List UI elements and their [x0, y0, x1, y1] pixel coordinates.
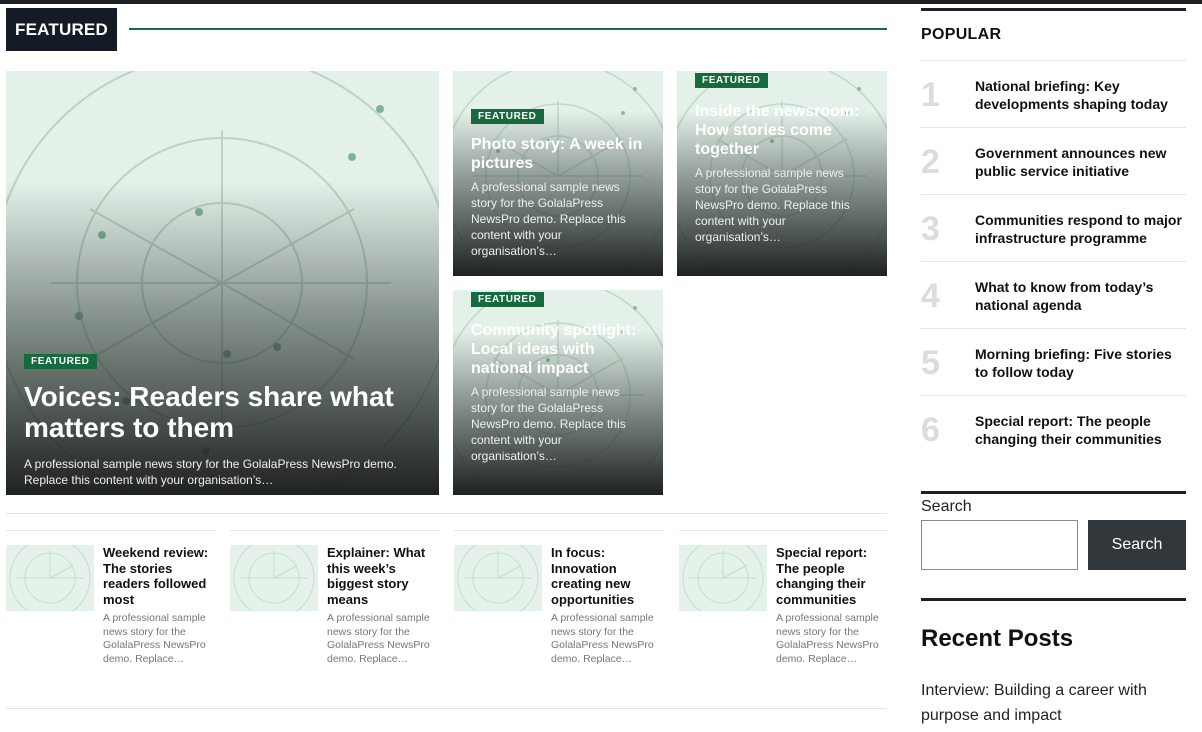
post-thumbnail[interactable] [6, 545, 94, 611]
row-divider-bottom [6, 708, 887, 709]
hero-card[interactable]: FEATURED Voices: Readers share what matt… [6, 71, 439, 495]
list-item[interactable]: In focus: Innovation creating new opport… [454, 530, 663, 680]
card-excerpt: A professional sample news story for the… [471, 180, 626, 258]
popular-rank: 4 [921, 277, 940, 315]
hero-title[interactable]: Voices: Readers share what matters to th… [24, 381, 425, 443]
hero-excerpt: A professional sample news story for the… [24, 457, 397, 487]
post-title[interactable]: Special report: The people changing thei… [776, 545, 888, 607]
section-divider [129, 28, 887, 30]
popular-link[interactable]: What to know from today’s national agend… [975, 278, 1187, 314]
search-top-border [921, 491, 1186, 494]
search-label: Search [921, 498, 972, 515]
popular-link[interactable]: Government announces new public service … [975, 144, 1187, 180]
popular-title: POPULAR [921, 26, 1002, 43]
post-title[interactable]: Explainer: What this week’s biggest stor… [327, 545, 439, 607]
post-thumbnail[interactable] [454, 545, 542, 611]
popular-rank: 5 [921, 344, 940, 382]
post-thumbnail[interactable] [679, 545, 767, 611]
post-excerpt: A professional sample news story for the… [327, 612, 430, 665]
popular-link[interactable]: Morning briefing: Five stories to follow… [975, 345, 1187, 381]
popular-item[interactable]: 1 National briefing: Key developments sh… [921, 60, 1186, 127]
row-divider-top [6, 513, 887, 514]
search-button[interactable]: Search [1088, 520, 1186, 570]
top-border [0, 0, 1202, 4]
card-excerpt: A professional sample news story for the… [695, 166, 850, 244]
popular-rank: 2 [921, 143, 940, 181]
search-input[interactable] [921, 520, 1078, 570]
card-excerpt: A professional sample news story for the… [471, 385, 626, 463]
featured-card[interactable]: FEATURED Photo story: A week in pictures… [453, 71, 663, 276]
post-excerpt: A professional sample news story for the… [551, 612, 654, 665]
list-item[interactable]: Weekend review: The stories readers foll… [6, 530, 215, 680]
post-excerpt: A professional sample news story for the… [776, 612, 879, 665]
popular-item[interactable]: 4 What to know from today’s national age… [921, 261, 1186, 328]
featured-card[interactable]: FEATURED Inside the newsroom: How storie… [677, 71, 887, 276]
post-title[interactable]: Weekend review: The stories readers foll… [103, 545, 215, 607]
post-title[interactable]: In focus: Innovation creating new opport… [551, 545, 663, 607]
card-title[interactable]: Photo story: A week in pictures [471, 135, 649, 173]
popular-rank: 1 [921, 76, 940, 114]
popular-link[interactable]: Special report: The people changing thei… [975, 412, 1187, 448]
card-title[interactable]: Community spotlight: Local ideas with na… [471, 321, 649, 378]
popular-rank: 3 [921, 210, 940, 248]
post-excerpt: A professional sample news story for the… [103, 612, 206, 665]
recent-posts-title: Recent Posts [921, 625, 1074, 652]
section-title-featured: FEATURED [6, 8, 117, 51]
popular-link[interactable]: Communities respond to major infrastruct… [975, 211, 1187, 247]
popular-item[interactable]: 6 Special report: The people changing th… [921, 395, 1186, 462]
featured-badge[interactable]: FEATURED [471, 292, 544, 307]
featured-badge[interactable]: FEATURED [695, 73, 768, 88]
popular-link[interactable]: National briefing: Key developments shap… [975, 77, 1187, 113]
featured-card[interactable]: FEATURED Community spotlight: Local idea… [453, 290, 663, 495]
featured-badge[interactable]: FEATURED [24, 354, 97, 369]
post-thumbnail[interactable] [230, 545, 318, 611]
popular-top-border [921, 8, 1186, 11]
popular-item[interactable]: 2 Government announces new public servic… [921, 127, 1186, 194]
popular-item[interactable]: 3 Communities respond to major infrastru… [921, 194, 1186, 261]
recent-post-link[interactable]: Interview: Building a career with purpos… [921, 678, 1171, 728]
card-title[interactable]: Inside the newsroom: How stories come to… [695, 102, 873, 159]
popular-rank: 6 [921, 411, 940, 449]
recent-top-border [921, 598, 1186, 601]
featured-badge[interactable]: FEATURED [471, 109, 544, 124]
list-item[interactable]: Explainer: What this week’s biggest stor… [230, 530, 439, 680]
list-item[interactable]: Special report: The people changing thei… [679, 530, 888, 680]
popular-item[interactable]: 5 Morning briefing: Five stories to foll… [921, 328, 1186, 395]
